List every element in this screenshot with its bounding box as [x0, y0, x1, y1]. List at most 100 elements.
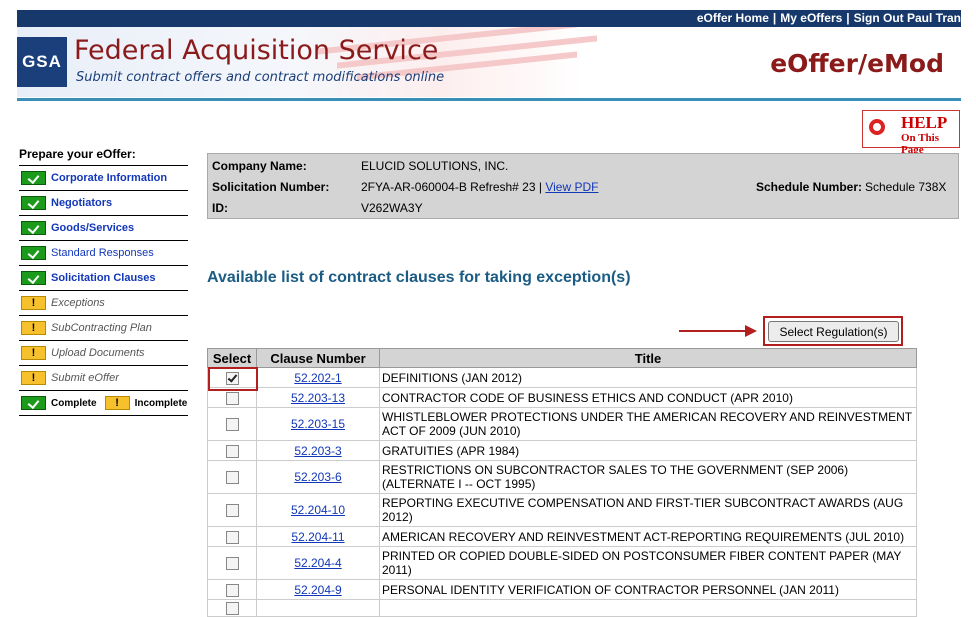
sidebar-item-standard-responses[interactable]: Standard Responses: [19, 241, 188, 266]
progress-sidebar: Prepare your eOffer: Corporate Informati…: [19, 147, 188, 416]
table-row: 52.202-1 DEFINITIONS (JAN 2012): [207, 367, 917, 388]
id-label: ID:: [212, 201, 228, 215]
view-pdf-link[interactable]: View PDF: [545, 180, 598, 194]
help-label: HELP: [901, 113, 948, 132]
header-banner: GSA Federal Acquisition Service Submit c…: [17, 27, 961, 97]
select-checkbox[interactable]: [225, 602, 239, 616]
clause-number-cell: 52.203-13: [256, 387, 380, 408]
incomplete-warning-icon: !: [21, 321, 46, 335]
annotation-arrow-head: [745, 325, 757, 337]
clause-title-cell: PERSONAL IDENTITY VERIFICATION OF CONTRA…: [379, 579, 917, 600]
table-row: 52.203-6 RESTRICTIONS ON SUBCONTRACTOR SA…: [207, 460, 917, 494]
sidebar-item-exceptions[interactable]: ! Exceptions: [19, 291, 188, 316]
top-navigation-bar: eOffer Home | My eOffers | Sign Out Paul Tra…: [17, 10, 961, 27]
schedule-number-value: Schedule 738X: [865, 180, 947, 194]
company-name-value: ELUCID SOLUTIONS, INC.: [361, 159, 509, 173]
select-cell: [207, 598, 257, 617]
column-header-title: Title: [379, 348, 917, 368]
clause-number-link[interactable]: 52.204-9: [294, 583, 341, 597]
incomplete-warning-icon: !: [21, 346, 46, 360]
annotation-arrow: [679, 330, 747, 332]
incomplete-warning-icon: !: [104, 396, 130, 410]
sidebar-item-corporate-information[interactable]: Corporate Information: [19, 166, 188, 191]
clause-number-link[interactable]: 52.203-13: [291, 391, 345, 405]
clause-title-cell: PRINTED OR COPIED DOUBLE-SIDED ON POSTCO…: [379, 546, 917, 580]
schedule-number-label: Schedule Number:: [756, 180, 863, 194]
select-regulations-button[interactable]: Select Regulation(s): [768, 321, 899, 342]
clause-number-link[interactable]: 52.204-10: [291, 503, 345, 517]
solicitation-number-value: 2FYA-AR-060004-B Refresh# 23 | View PDF: [361, 180, 598, 194]
company-name-label: Company Name:: [212, 159, 307, 173]
table-row: 52.204-11 AMERICAN RECOVERY AND REINVESTM…: [207, 526, 917, 547]
select-checkbox[interactable]: [225, 583, 239, 597]
sidebar-item-subcontracting-plan[interactable]: ! SubContracting Plan: [19, 316, 188, 341]
clause-title-cell: REPORTING EXECUTIVE COMPENSATION AND FIR…: [379, 493, 917, 527]
clause-title-cell: [379, 598, 917, 617]
sidebar-item-label: SubContracting Plan: [51, 322, 152, 334]
select-checkbox[interactable]: [225, 444, 239, 458]
complete-check-icon: [21, 271, 46, 285]
select-checkbox[interactable]: [225, 504, 239, 518]
legend-incomplete-label: Incomplete: [134, 397, 188, 409]
complete-check-icon: [21, 196, 46, 210]
app-title: eOffer/eMod: [770, 49, 944, 78]
table-row: 52.204-10 REPORTING EXECUTIVE COMPENSATIO…: [207, 493, 917, 527]
complete-check-icon: [21, 221, 46, 235]
clause-number-cell: [256, 598, 380, 617]
sidebar-item-label[interactable]: Standard Responses: [51, 247, 154, 259]
select-checkbox[interactable]: [225, 530, 239, 544]
clause-number-link[interactable]: 52.204-4: [294, 556, 341, 570]
clause-number-cell: 52.202-1: [256, 367, 380, 388]
select-cell: [207, 526, 257, 547]
clause-title-cell: DEFINITIONS (JAN 2012): [379, 367, 917, 388]
select-cell: [207, 579, 257, 600]
select-cell: [207, 546, 257, 580]
sign-out-link[interactable]: Sign Out Paul Tran: [854, 11, 961, 25]
section-title: Available list of contract clauses for t…: [207, 269, 631, 286]
sidebar-item-label: Submit eOffer: [51, 372, 119, 384]
status-legend: Complete ! Incomplete: [19, 391, 188, 416]
clause-number-cell: 52.203-6: [256, 460, 380, 494]
site-subtitle: Submit contract offers and contract modi…: [76, 70, 445, 85]
sidebar-heading: Prepare your eOffer:: [19, 147, 188, 166]
select-checkbox[interactable]: [225, 418, 239, 432]
clause-number-link[interactable]: 52.203-15: [291, 417, 345, 431]
select-checkbox[interactable]: [225, 391, 239, 405]
table-row: 52.204-4 PRINTED OR COPIED DOUBLE-SIDED O…: [207, 546, 917, 580]
incomplete-warning-icon: !: [21, 371, 46, 385]
help-button[interactable]: HELP On This Page: [862, 110, 960, 156]
clause-number-cell: 52.204-10: [256, 493, 380, 527]
sidebar-item-upload-documents[interactable]: ! Upload Documents: [19, 341, 188, 366]
nav-separator: |: [772, 11, 777, 25]
column-header-select: Select: [207, 348, 257, 368]
select-cell: [207, 460, 257, 494]
clause-number-link[interactable]: 52.203-6: [294, 470, 341, 484]
eoffer-home-link[interactable]: eOffer Home: [697, 11, 769, 25]
select-checkbox[interactable]: [225, 557, 239, 571]
sidebar-item-label[interactable]: Corporate Information: [51, 172, 167, 184]
site-title: Federal Acquisition Service: [74, 35, 439, 66]
sidebar-item-goods-services[interactable]: Goods/Services: [19, 216, 188, 241]
table-row: 52.203-13 CONTRACTOR CODE OF BUSINESS ETH…: [207, 387, 917, 408]
sidebar-item-label[interactable]: Solicitation Clauses: [51, 272, 156, 284]
sidebar-item-label: Upload Documents: [51, 347, 145, 359]
sidebar-item-submit-eoffer[interactable]: ! Submit eOffer: [19, 366, 188, 391]
clause-title-cell: GRATUITIES (APR 1984): [379, 440, 917, 461]
clause-title-cell: RESTRICTIONS ON SUBCONTRACTOR SALES TO T…: [379, 460, 917, 494]
sidebar-item-label[interactable]: Goods/Services: [51, 222, 134, 234]
complete-check-icon: [21, 246, 46, 260]
clause-number-link[interactable]: 52.202-1: [294, 371, 341, 385]
table-row: [207, 598, 917, 617]
column-header-clause-number: Clause Number: [256, 348, 380, 368]
legend-complete-label: Complete: [51, 397, 97, 409]
nav-separator: |: [846, 11, 850, 25]
table-header-row: Select Clause Number Title: [207, 348, 917, 368]
select-checkbox[interactable]: [225, 471, 239, 485]
sidebar-item-solicitation-clauses[interactable]: Solicitation Clauses: [19, 266, 188, 291]
id-value: V262WA3Y: [361, 201, 423, 215]
sidebar-item-negotiators[interactable]: Negotiators: [19, 191, 188, 216]
sidebar-item-label[interactable]: Negotiators: [51, 197, 112, 209]
clause-number-link[interactable]: 52.204-11: [291, 530, 344, 544]
clause-number-link[interactable]: 52.203-3: [294, 444, 341, 458]
my-eoffers-link[interactable]: My eOffers: [780, 11, 842, 25]
